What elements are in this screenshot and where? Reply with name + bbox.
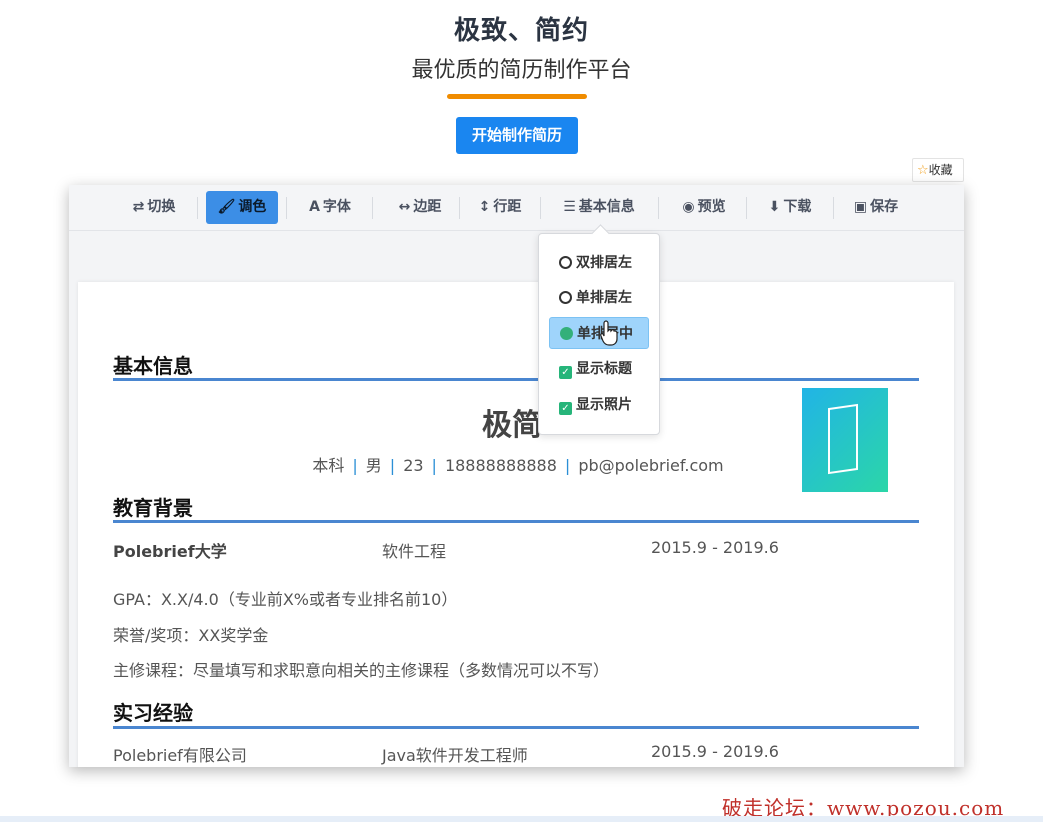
hero-accent-line [447, 94, 587, 99]
major-name: 软件工程 [382, 542, 447, 561]
star-icon: ☆ [917, 163, 929, 178]
layout-two-column-left-option[interactable]: 双排居左 [549, 247, 649, 279]
education-heading: 教育背景 [113, 496, 193, 520]
info-separator: | [389, 456, 396, 475]
internship-period: 2015.9 - 2019.6 [651, 742, 779, 761]
editor-toolbar: ⇄ 切换 🖌 调色 A 字体 ↔ 边距 ↕ 行距 ☰ 基本信息 ◉ 预览 ⬇ 下载 [69, 185, 964, 231]
toolbar-label: 预览 [697, 199, 726, 215]
education-detail: 主修课程：尽量填写和求职意向相关的主修课程（多数情况可以不写） [113, 661, 610, 680]
vertical-arrows-icon: ↕ [478, 199, 491, 215]
internship-heading: 实习经验 [113, 701, 193, 725]
toolbar-divider [372, 197, 373, 219]
toolbar-switch-button[interactable]: ⇄ 切换 [119, 191, 189, 224]
section-divider [113, 726, 919, 729]
favorite-label: 收藏 [928, 163, 953, 177]
resume-editor: ⇄ 切换 🖌 调色 A 字体 ↔ 边距 ↕ 行距 ☰ 基本信息 ◉ 预览 ⬇ 下载 [69, 185, 964, 767]
education-detail: GPA：X.X/4.0（专业前X%或者专业排名前10） [113, 590, 458, 609]
toolbar-line-spacing-button[interactable]: ↕ 行距 [467, 191, 533, 224]
basic-info-heading: 基本信息 [113, 354, 193, 378]
hero-title: 极致、简约 [453, 16, 589, 46]
radio-off-icon [559, 256, 572, 269]
toolbar-divider [459, 197, 460, 219]
education-detail: 荣誉/奖项：XX奖学金 [113, 626, 269, 645]
toolbar-label: 调色 [238, 199, 267, 215]
page-bottom-band [0, 816, 1043, 822]
toolbar-download-button[interactable]: ⬇ 下载 [755, 191, 825, 224]
info-separator: | [431, 456, 437, 475]
radio-on-icon [560, 327, 573, 340]
toolbar-divider [833, 197, 834, 219]
toolbar-label: 边距 [413, 199, 442, 215]
company-name: Polebrief有限公司 [113, 746, 247, 765]
checkbox-checked-icon: ✓ [559, 366, 572, 379]
toolbar-label: 基本信息 [578, 199, 635, 215]
gender-text: 男 [365, 456, 382, 475]
option-label: 显示标题 [576, 361, 632, 377]
save-icon: ▣ [853, 199, 868, 215]
basic-info-dropdown: 双排居左 单排居左 单排居中 ✓ 显示标题 ✓ 显示照片 [538, 233, 660, 435]
option-label: 双排居左 [576, 255, 632, 271]
radio-off-icon [559, 291, 572, 304]
paint-bucket-icon: 🖌 [217, 199, 236, 215]
toolbar-color-button[interactable]: 🖌 调色 [206, 191, 278, 224]
info-separator: | [352, 456, 358, 475]
position-name: Java软件开发工程师 [382, 746, 528, 765]
age-text: 23 [403, 456, 424, 475]
degree-text: 本科 [312, 456, 345, 475]
info-separator: | [564, 456, 571, 475]
toolbar-label: 字体 [322, 199, 351, 215]
hand-cursor-icon [600, 320, 618, 346]
toolbar-label: 下载 [783, 199, 812, 215]
education-period: 2015.9 - 2019.6 [651, 538, 779, 557]
section-divider [113, 378, 919, 381]
hero-subtitle: 最优质的简历制作平台 [411, 58, 632, 83]
swap-icon: ⇄ [132, 199, 145, 215]
toolbar-preview-button[interactable]: ◉ 预览 [666, 191, 742, 224]
toolbar-label: 保存 [870, 199, 899, 215]
toolbar-divider [286, 197, 287, 219]
school-name: Polebrief大学 [113, 542, 227, 561]
section-divider [113, 520, 919, 523]
toolbar-divider [540, 197, 541, 219]
toolbar-label: 行距 [493, 199, 522, 215]
layout-single-center-option[interactable]: 单排居中 [549, 317, 649, 349]
download-icon: ⬇ [768, 199, 781, 215]
checkbox-checked-icon: ✓ [559, 402, 572, 415]
door-frame-logo [828, 403, 858, 475]
toolbar-label: 切换 [147, 199, 176, 215]
list-icon: ☰ [563, 199, 576, 215]
toolbar-save-button[interactable]: ▣ 保存 [841, 191, 911, 224]
start-resume-button[interactable]: 开始制作简历 [456, 117, 578, 154]
option-label: 显示照片 [576, 397, 632, 413]
profile-photo[interactable] [802, 388, 888, 492]
font-icon: A [309, 199, 320, 215]
option-label: 单排居左 [576, 290, 632, 306]
resume-name: 极简 [482, 408, 542, 443]
toolbar-basic-info-button[interactable]: ☰ 基本信息 [549, 191, 649, 224]
resume-paper: 基本信息 极简 本科 | 男 | 23 | 18888888888 | pb@polebrief… [78, 282, 954, 767]
show-photo-option[interactable]: ✓ 显示照片 [549, 389, 649, 421]
show-title-option[interactable]: ✓ 显示标题 [549, 353, 649, 385]
toolbar-margin-button[interactable]: ↔ 边距 [381, 191, 459, 224]
toolbar-divider [746, 197, 747, 219]
horizontal-arrows-icon: ↔ [398, 199, 411, 215]
phone-text: 18888888888 [444, 456, 557, 475]
toolbar-divider [658, 197, 659, 219]
eye-icon: ◉ [682, 199, 695, 215]
layout-single-left-option[interactable]: 单排居左 [549, 282, 649, 314]
favorite-button[interactable]: ☆收藏 [912, 158, 964, 182]
toolbar-font-button[interactable]: A 字体 [295, 191, 365, 224]
toolbar-divider [197, 197, 198, 219]
email-text: pb@polebrief.com [578, 456, 724, 475]
basic-info-line: 本科 | 男 | 23 | 18888888888 | pb@polebrief.com [278, 452, 758, 476]
